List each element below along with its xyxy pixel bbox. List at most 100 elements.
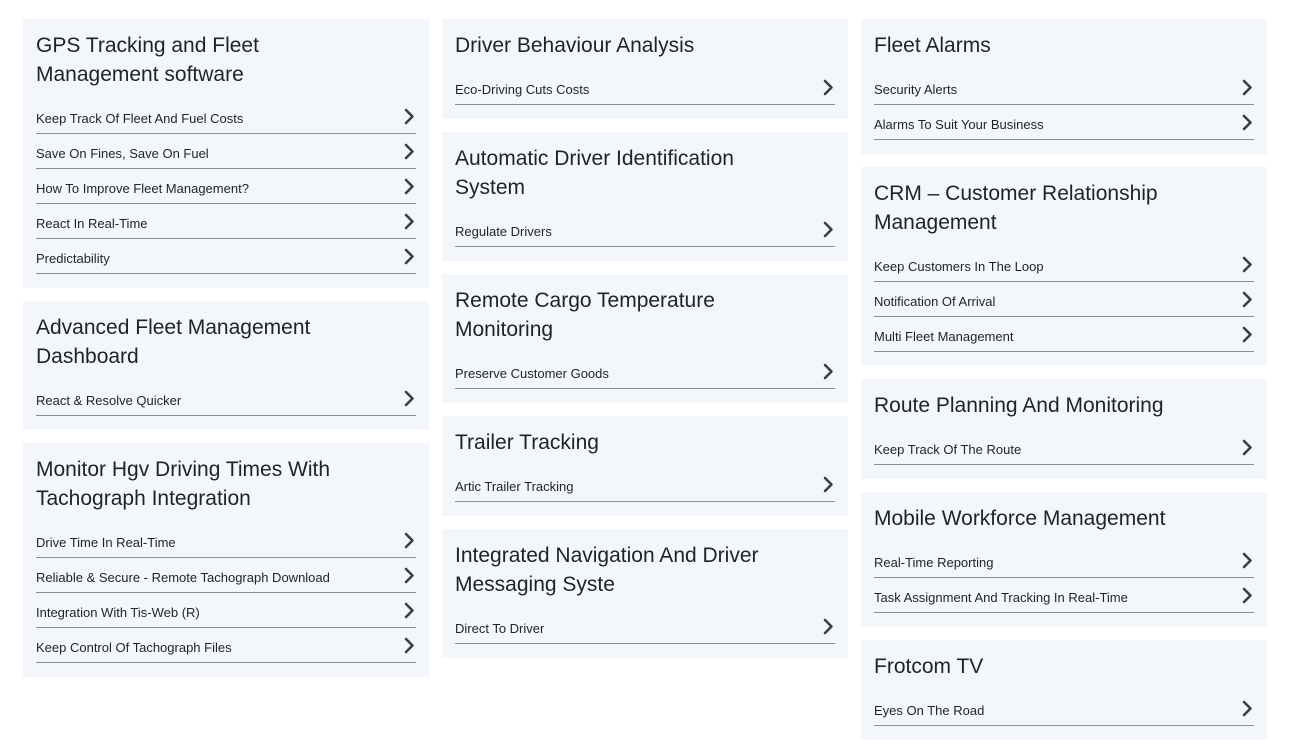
card-title: Frotcom TV	[874, 655, 984, 678]
feature-link-label: Integration With Tis-Web (R)	[36, 604, 200, 620]
feature-link[interactable]: Reliable & Secure - Remote Tachograph Do…	[36, 558, 416, 593]
feature-link-label: React In Real-Time	[36, 215, 148, 231]
feature-link-label: Multi Fleet Management	[874, 328, 1014, 344]
card-title: Trailer Tracking	[455, 431, 599, 454]
feature-card: Remote Cargo Temperature Monitoring Prese…	[442, 274, 848, 403]
feature-link[interactable]: React In Real-Time	[36, 204, 416, 239]
feature-link[interactable]: Artic Trailer Tracking	[455, 467, 835, 502]
feature-link-label: Keep Track Of Fleet And Fuel Costs	[36, 110, 244, 126]
feature-link[interactable]: Drive Time In Real-Time	[36, 523, 416, 558]
feature-link-label: Regulate Drivers	[455, 223, 552, 239]
feature-link[interactable]: Multi Fleet Management	[874, 317, 1254, 352]
feature-link-label: Keep Customers In The Loop	[874, 258, 1044, 274]
chevron-right-icon	[402, 531, 416, 549]
feature-card: Fleet Alarms Security Alerts Alarms To Sui…	[861, 19, 1267, 154]
feature-card: Automatic Driver Identification System Re…	[442, 132, 848, 261]
feature-link[interactable]: Integration With Tis-Web (R)	[36, 593, 416, 628]
chevron-right-icon	[402, 247, 416, 265]
chevron-right-icon	[1240, 290, 1254, 308]
feature-link-label: React & Resolve Quicker	[36, 392, 182, 408]
feature-link-label: Real-Time Reporting	[874, 554, 994, 570]
feature-card: Trailer Tracking Artic Trailer Tracking	[442, 416, 848, 516]
feature-link-label: Reliable & Secure - Remote Tachograph Do…	[36, 569, 330, 585]
feature-link[interactable]: Eyes On The Road	[874, 691, 1254, 726]
chevron-right-icon	[402, 212, 416, 230]
feature-card: Advanced Fleet Management Dashboard React…	[23, 301, 429, 430]
feature-card: GPS Tracking and Fleet Management softwa…	[23, 19, 429, 288]
chevron-right-icon	[402, 142, 416, 160]
feature-link[interactable]: Preserve Customer Goods	[455, 354, 835, 389]
chevron-right-icon	[821, 220, 835, 238]
card-title: Remote Cargo Temperature Monitoring	[455, 289, 715, 341]
feature-link-label: Task Assignment And Tracking In Real-Tim…	[874, 589, 1128, 605]
feature-card: Mobile Workforce Management Real-Time Rep…	[861, 492, 1267, 627]
chevron-right-icon	[821, 475, 835, 493]
chevron-right-icon	[402, 107, 416, 125]
feature-link-label: Notification Of Arrival	[874, 293, 996, 309]
feature-link[interactable]: Direct To Driver	[455, 609, 835, 644]
feature-link[interactable]: Security Alerts	[874, 70, 1254, 105]
chevron-right-icon	[1240, 438, 1254, 456]
feature-card: Integrated Navigation And Driver Messagi…	[442, 529, 848, 658]
feature-link-label: Direct To Driver	[455, 620, 545, 636]
feature-link[interactable]: Alarms To Suit Your Business	[874, 105, 1254, 140]
chevron-right-icon	[1240, 325, 1254, 343]
chevron-right-icon	[821, 617, 835, 635]
feature-link[interactable]: Predictability	[36, 239, 416, 274]
feature-link[interactable]: Task Assignment And Tracking In Real-Tim…	[874, 578, 1254, 613]
card-title: Monitor Hgv Driving Times With Tachograp…	[36, 458, 331, 510]
feature-link-label: Save On Fines, Save On Fuel	[36, 145, 209, 161]
feature-link-label: Alarms To Suit Your Business	[874, 116, 1044, 132]
column-2: Driver Behaviour Analysis Eco-Driving Cut…	[442, 19, 848, 671]
feature-link-label: How To Improve Fleet Management?	[36, 180, 249, 196]
chevron-right-icon	[821, 362, 835, 380]
feature-link-label: Security Alerts	[874, 81, 958, 97]
card-title: Advanced Fleet Management Dashboard	[36, 316, 311, 368]
feature-link[interactable]: How To Improve Fleet Management?	[36, 169, 416, 204]
chevron-right-icon	[1240, 586, 1254, 604]
feature-link[interactable]: Keep Track Of The Route	[874, 430, 1254, 465]
chevron-right-icon	[1240, 551, 1254, 569]
chevron-right-icon	[1240, 699, 1254, 717]
card-title: GPS Tracking and Fleet Management softwa…	[36, 34, 259, 86]
feature-link-label: Preserve Customer Goods	[455, 365, 609, 381]
card-title: Automatic Driver Identification System	[455, 147, 734, 199]
card-title: Integrated Navigation And Driver Messagi…	[455, 544, 759, 596]
feature-card: Route Planning And Monitoring Keep Track …	[861, 379, 1267, 479]
feature-link-label: Drive Time In Real-Time	[36, 534, 176, 550]
feature-link[interactable]: Notification Of Arrival	[874, 282, 1254, 317]
column-3: Fleet Alarms Security Alerts Alarms To Sui…	[861, 19, 1267, 753]
chevron-right-icon	[402, 177, 416, 195]
feature-card: CRM – Customer Relationship Management Ke…	[861, 167, 1267, 366]
card-title: Fleet Alarms	[874, 34, 991, 57]
chevron-right-icon	[402, 566, 416, 584]
feature-link[interactable]: Eco-Driving Cuts Costs	[455, 70, 835, 105]
feature-card: Monitor Hgv Driving Times With Tachograp…	[23, 443, 429, 677]
feature-link[interactable]: Regulate Drivers	[455, 212, 835, 247]
feature-link[interactable]: React & Resolve Quicker	[36, 381, 416, 416]
chevron-right-icon	[402, 389, 416, 407]
feature-card: Driver Behaviour Analysis Eco-Driving Cut…	[442, 19, 848, 119]
feature-link-label: Eyes On The Road	[874, 702, 985, 718]
feature-link-label: Predictability	[36, 250, 110, 266]
feature-link-label: Artic Trailer Tracking	[455, 478, 574, 494]
column-1: GPS Tracking and Fleet Management softwa…	[23, 19, 429, 690]
feature-link-label: Keep Track Of The Route	[874, 441, 1022, 457]
feature-link-label: Keep Control Of Tachograph Files	[36, 639, 232, 655]
feature-link[interactable]: Real-Time Reporting	[874, 543, 1254, 578]
feature-link-label: Eco-Driving Cuts Costs	[455, 81, 590, 97]
chevron-right-icon	[1240, 78, 1254, 96]
chevron-right-icon	[1240, 255, 1254, 273]
chevron-right-icon	[821, 78, 835, 96]
chevron-right-icon	[402, 636, 416, 654]
chevron-right-icon	[1240, 113, 1254, 131]
chevron-right-icon	[402, 601, 416, 619]
card-title: CRM – Customer Relationship Management	[874, 182, 1158, 234]
card-title: Mobile Workforce Management	[874, 507, 1166, 530]
card-title: Driver Behaviour Analysis	[455, 34, 695, 57]
feature-link[interactable]: Save On Fines, Save On Fuel	[36, 134, 416, 169]
card-title: Route Planning And Monitoring	[874, 394, 1164, 417]
feature-link[interactable]: Keep Customers In The Loop	[874, 247, 1254, 282]
feature-link[interactable]: Keep Control Of Tachograph Files	[36, 628, 416, 663]
feature-link[interactable]: Keep Track Of Fleet And Fuel Costs	[36, 99, 416, 134]
